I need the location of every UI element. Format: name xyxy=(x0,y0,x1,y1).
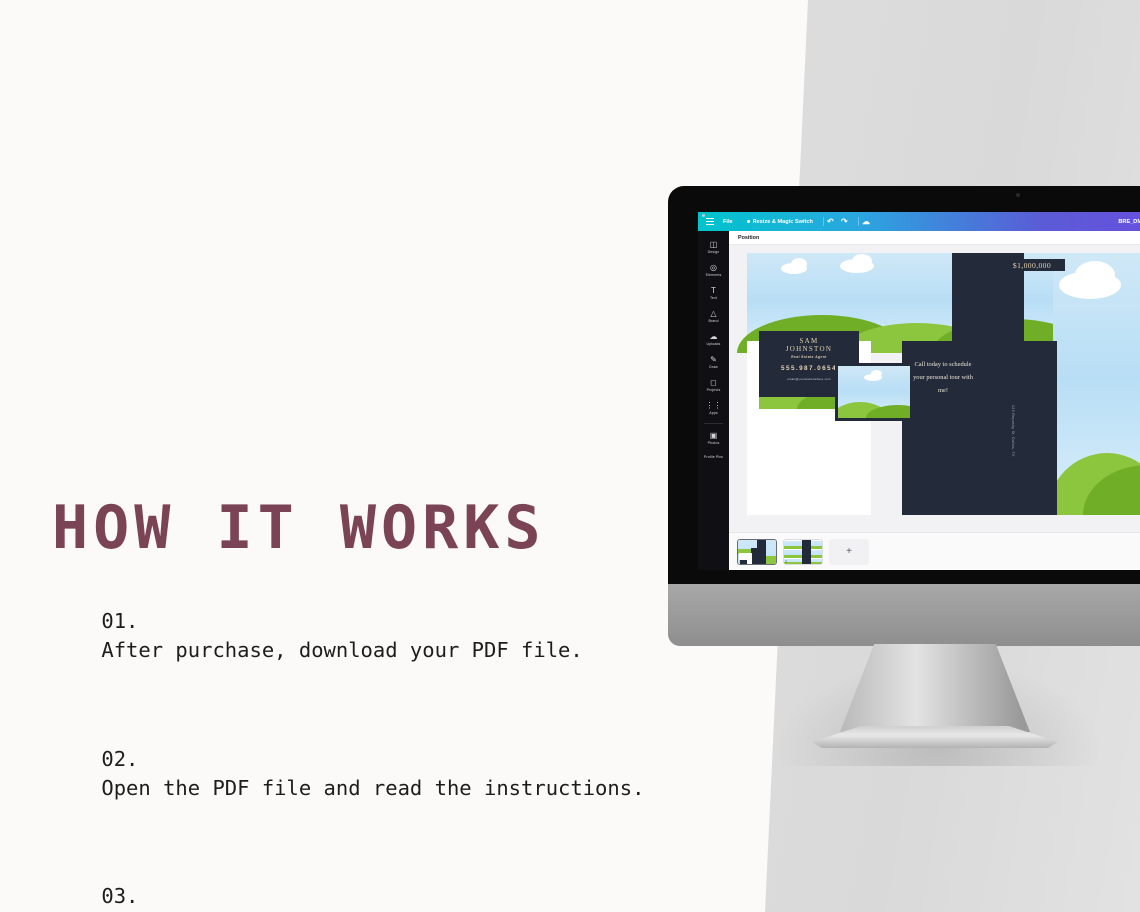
price-value: $1,000,000 xyxy=(1012,260,1052,270)
hamburger-menu-button[interactable] xyxy=(704,212,716,231)
hamburger-icon xyxy=(704,218,716,225)
price-label: $1,000,000 xyxy=(999,259,1065,271)
sidebar-item-apps[interactable]: ⋮⋮ Apps xyxy=(698,396,729,419)
document-title[interactable]: BRE_DM_Property- xyxy=(1118,219,1140,225)
page-title: HOW IT WORKS xyxy=(52,493,546,563)
agent-role: Real Estate Agent xyxy=(791,355,827,360)
monitor-bezel: File Resize & Magic Switch ↶ ↷ ☁ BRE_DM_… xyxy=(668,186,1140,584)
sidebar-item-design[interactable]: ◫ Design xyxy=(698,235,729,258)
step-number: 03. xyxy=(101,883,139,908)
call-to-action-text: Call today to schedule your personal tou… xyxy=(913,361,973,394)
page-thumbnail-strip: 1 2 + xyxy=(702,214,1140,570)
page-thumbnail-2[interactable]: 2 xyxy=(783,538,823,565)
cloud-sync-icon[interactable]: ☁ xyxy=(862,212,876,231)
cloud-icon xyxy=(1075,261,1115,289)
step-text: After purchase, download your PDF file. xyxy=(101,638,583,663)
list-item: 03. Log in to your Canva account or regi… xyxy=(52,853,712,912)
apps-icon: ⋮⋮ xyxy=(705,400,722,410)
toolbar-divider xyxy=(822,217,824,226)
brand-icon: △ xyxy=(710,308,717,318)
webcam-icon xyxy=(1016,193,1020,197)
page-number: 2 xyxy=(785,559,787,564)
sidebar-item-draw[interactable]: ✎ Draw xyxy=(698,350,729,373)
sidebar-item-label: Text xyxy=(710,296,717,300)
sidebar-item-label: Profile Pics xyxy=(703,455,724,459)
toolbar-divider xyxy=(857,217,859,226)
step-number: 01. xyxy=(101,609,139,634)
step-text: Open the PDF file and read the instructi… xyxy=(101,775,645,800)
object-toolbar: Position xyxy=(729,231,1140,245)
step-number: 02. xyxy=(101,746,139,771)
sidebar-item-label: Brand xyxy=(708,319,719,323)
artwork-sky-panel-right xyxy=(1047,253,1140,515)
page-thumbnail-1[interactable]: 1 xyxy=(737,538,777,565)
draw-icon: ✎ xyxy=(710,354,717,364)
add-page-button[interactable]: + xyxy=(829,538,869,565)
sidebar-item-label: Uploads xyxy=(706,342,721,346)
artwork-photo-inset-image xyxy=(838,366,910,418)
file-menu-button[interactable]: File xyxy=(716,212,740,231)
projects-icon: ◻ xyxy=(710,377,717,387)
canva-work-area: Position $1,000,000 Call today to schedu… xyxy=(702,214,1140,570)
page-number: 1 xyxy=(739,559,741,564)
list-item: 02. Open the PDF file and read the instr… xyxy=(52,715,712,831)
sidebar-item-uploads[interactable]: ☁ Uploads xyxy=(698,327,729,350)
sidebar-item-text[interactable]: T Text xyxy=(698,281,729,304)
sidebar-item-profile-pics[interactable]: Profile Pics xyxy=(698,449,729,463)
sidebar-item-projects[interactable]: ◻ Projects xyxy=(698,373,729,396)
agent-name-last: JOHNSTON xyxy=(785,345,833,354)
sidebar-item-label: Projects xyxy=(706,388,721,392)
sidebar-item-label: Draw xyxy=(709,365,718,369)
design-icon: ◫ xyxy=(709,239,718,249)
list-item: 01. After purchase, download your PDF fi… xyxy=(52,578,712,694)
instructions-block: HOW IT WORKS 01. After purchase, downloa… xyxy=(52,498,712,912)
sidebar-item-brand[interactable]: △ Brand xyxy=(698,304,729,327)
elements-icon: ◎ xyxy=(710,262,717,272)
scroll-indicator xyxy=(702,214,705,217)
sidebar-item-label: Design xyxy=(707,250,720,254)
canva-application-window: File Resize & Magic Switch ↶ ↷ ☁ BRE_DM_… xyxy=(698,212,1140,570)
cloud-icon xyxy=(871,370,882,377)
property-address: 123 Repasky St, Dallas, TX xyxy=(1011,405,1015,457)
sidebar-item-label: Photos xyxy=(707,441,720,445)
canva-body: ◫ Design ◎ Elements T Text △ Brand ☁ Upl… xyxy=(698,214,1140,570)
resize-label: Resize & Magic Switch xyxy=(752,218,813,225)
magic-dot-icon xyxy=(746,220,750,223)
cloud-icon xyxy=(852,254,872,268)
artboard[interactable]: $1,000,000 Call today to schedule your p… xyxy=(737,253,1140,515)
position-button[interactable]: Position xyxy=(738,235,759,241)
sidebar-item-elements[interactable]: ◎ Elements xyxy=(698,258,729,281)
resize-magic-switch-button[interactable]: Resize & Magic Switch xyxy=(740,212,820,231)
undo-icon[interactable]: ↶ xyxy=(827,212,841,231)
agent-name-first: SAM xyxy=(799,337,819,345)
text-icon: T xyxy=(711,285,716,295)
canva-top-toolbar: File Resize & Magic Switch ↶ ↷ ☁ BRE_DM_… xyxy=(698,212,1140,231)
uploads-icon: ☁ xyxy=(709,331,718,341)
artwork-photo-inset xyxy=(835,363,913,421)
sidebar-item-label: Apps xyxy=(709,411,718,415)
photos-icon: ▣ xyxy=(709,430,718,440)
redo-icon[interactable]: ↷ xyxy=(841,212,855,231)
sidebar-item-photos[interactable]: ▣ Photos xyxy=(698,426,729,449)
agent-name: SAM JOHNSTON xyxy=(759,337,859,353)
design-canvas[interactable]: $1,000,000 Call today to schedule your p… xyxy=(729,245,1140,532)
sidebar-divider xyxy=(704,423,723,424)
sidebar-item-label: Elements xyxy=(705,273,722,277)
cloud-icon xyxy=(791,258,807,270)
canva-left-sidebar: ◫ Design ◎ Elements T Text △ Brand ☁ Upl… xyxy=(698,231,729,570)
monitor-mockup: File Resize & Magic Switch ↶ ↷ ☁ BRE_DM_… xyxy=(668,186,1140,766)
monitor-chin xyxy=(668,584,1140,646)
